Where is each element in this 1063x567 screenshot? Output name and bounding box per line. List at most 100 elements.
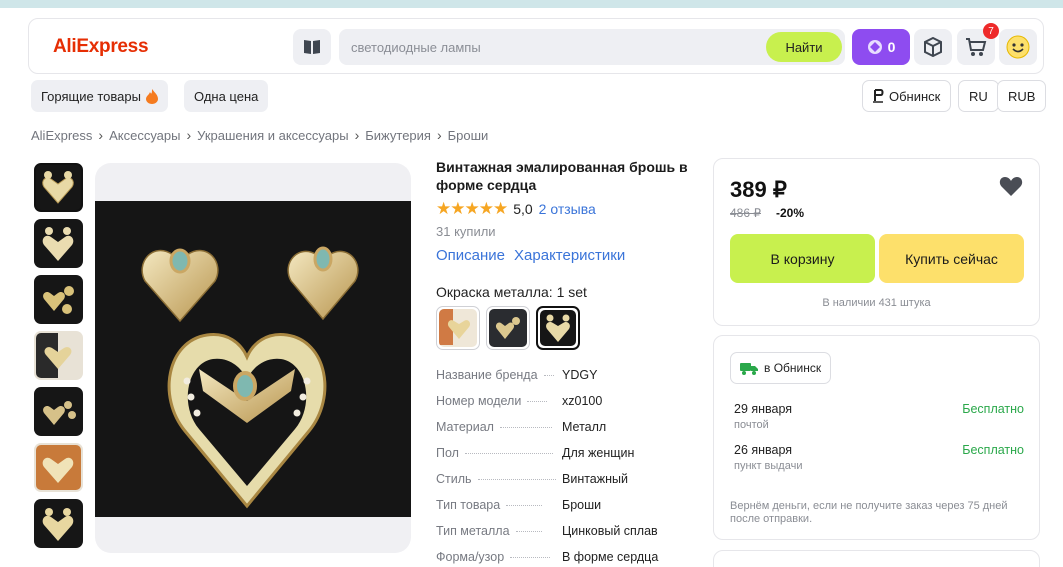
brooch-image (42, 227, 74, 261)
thumbnail-image[interactable] (34, 443, 83, 492)
fire-icon (145, 88, 158, 104)
orders-button[interactable] (914, 29, 952, 65)
thumbnail-image[interactable] (34, 163, 83, 212)
chevron-right-icon: › (98, 127, 104, 143)
coins-count: 0 (887, 39, 896, 55)
swatch-image (546, 314, 570, 342)
spec-key: Пол (436, 446, 459, 460)
current-price: 389 ₽ (730, 177, 787, 202)
delivery-card: в Обнинск 29 января почтой Бесплатно 26 … (713, 335, 1040, 540)
spec-key: Форма/узор (436, 550, 505, 564)
delivery-city-button[interactable]: в Обнинск (730, 352, 832, 384)
price-card: 389 ₽ 486 ₽ -20% В корзину Купить сейчас… (713, 158, 1040, 326)
language-selector[interactable]: RU (958, 80, 999, 112)
buy-now-button[interactable]: Купить сейчас (879, 234, 1024, 283)
delivery-method: пункт выдачи (734, 460, 803, 472)
color-swatch[interactable] (436, 306, 480, 350)
delivery-option: 29 января почтой Бесплатно (734, 402, 1024, 431)
sold-count: 31 купили (436, 224, 496, 239)
one-price-link[interactable]: Одна цена (184, 80, 269, 112)
tab-specifications[interactable]: Характеристики (514, 247, 625, 264)
header: AliExpress Найти 0 7 (28, 18, 1044, 74)
city-selector[interactable]: Обнинск (862, 80, 952, 112)
thumbnail-list (34, 163, 85, 555)
refund-note: Вернём деньги, если не получите заказ че… (730, 500, 1008, 525)
color-swatch[interactable] (486, 306, 530, 350)
breadcrumb-item[interactable]: Украшения и аксессуары (197, 128, 348, 143)
spec-dots (499, 427, 552, 428)
thumbnail-image[interactable] (34, 387, 83, 436)
search-input[interactable] (351, 29, 751, 65)
spec-row: Название бренда YDGY (436, 368, 706, 394)
breadcrumb-item[interactable]: Бижутерия (365, 128, 431, 143)
favorite-button[interactable] (999, 175, 1023, 202)
search-bar: Найти (339, 29, 845, 65)
spec-dots (527, 401, 548, 402)
tab-description[interactable]: Описание (436, 247, 505, 264)
heart-icon (999, 177, 1023, 196)
smiley-avatar-icon (1006, 35, 1030, 59)
breadcrumb-item[interactable]: Аксессуары (109, 128, 180, 143)
spec-value: Для женщин (562, 446, 635, 460)
breadcrumb-item[interactable]: AliExpress (31, 128, 92, 143)
chevron-right-icon: › (436, 127, 442, 143)
reviews-link[interactable]: 2 отзыва (539, 201, 596, 217)
hot-deals-link[interactable]: Горящие товары (31, 80, 168, 112)
thumbnail-image[interactable] (34, 499, 83, 548)
spec-key: Номер модели (436, 394, 522, 408)
spec-dots (506, 505, 543, 506)
breadcrumb-item[interactable]: Броши (448, 128, 489, 143)
main-photo-frame[interactable] (95, 163, 411, 553)
thumbnail-image[interactable] (34, 275, 83, 324)
spec-row: Форма/узор В форме сердца (436, 550, 706, 567)
aliexpress-logo[interactable]: AliExpress (53, 36, 149, 58)
color-swatches (436, 306, 580, 350)
delivery-method: почтой (734, 419, 769, 431)
spec-row: Материал Металл (436, 420, 706, 446)
spec-row: Номер модели xz0100 (436, 394, 706, 420)
thumbnail-image[interactable] (34, 331, 83, 380)
spec-row: Тип металла Цинковый сплав (436, 524, 706, 550)
coins-button[interactable]: 0 (852, 29, 910, 65)
product-tabs: Описание Характеристики (436, 247, 625, 264)
location-pin-icon (873, 89, 884, 103)
currency-selector[interactable]: RUB (997, 80, 1047, 112)
catalog-button[interactable] (293, 29, 331, 65)
add-to-cart-button[interactable]: В корзину (730, 234, 875, 283)
spec-key: Тип металла (436, 524, 510, 538)
product-title: Винтажная эмалированная брошь в форме се… (436, 159, 688, 193)
discount-percent: -20% (776, 206, 805, 220)
breadcrumb: AliExpress › Аксессуары › Украшения и ак… (31, 127, 488, 143)
rating-value: 5,0 (513, 201, 533, 217)
brooch-image (42, 508, 74, 541)
language-label: RU (969, 88, 988, 104)
spec-key: Тип товара (436, 498, 501, 512)
specifications-list: Название бренда YDGY Номер модели xz0100… (436, 368, 706, 567)
spec-key: Название бренда (436, 368, 538, 382)
next-card (713, 550, 1040, 567)
spec-dots (510, 557, 551, 558)
brooch-image (42, 171, 74, 204)
swatch-image (495, 317, 520, 339)
catalog-book-icon (304, 40, 320, 54)
brooch-image (36, 445, 81, 490)
spec-value: xz0100 (562, 394, 603, 408)
spec-dots (515, 531, 542, 532)
spec-key: Материал (436, 420, 494, 434)
spec-row: Тип товара Броши (436, 498, 706, 524)
chevron-right-icon: › (186, 127, 192, 143)
thumbnail-image[interactable] (34, 219, 83, 268)
color-swatch-selected[interactable] (536, 306, 580, 350)
delivery-price: Бесплатно (962, 402, 1024, 416)
spec-value: В форме сердца (562, 550, 659, 564)
coin-icon (867, 40, 882, 54)
spec-value: YDGY (562, 368, 598, 382)
top-strip (0, 0, 1063, 8)
cart-icon (966, 38, 987, 56)
search-button[interactable]: Найти (766, 32, 842, 62)
cart-button[interactable]: 7 (957, 23, 999, 65)
brooch-image (43, 286, 74, 314)
color-option-label: Окраска металла: 1 set (436, 284, 587, 300)
brooch-image (36, 333, 72, 378)
profile-button[interactable] (999, 29, 1037, 65)
